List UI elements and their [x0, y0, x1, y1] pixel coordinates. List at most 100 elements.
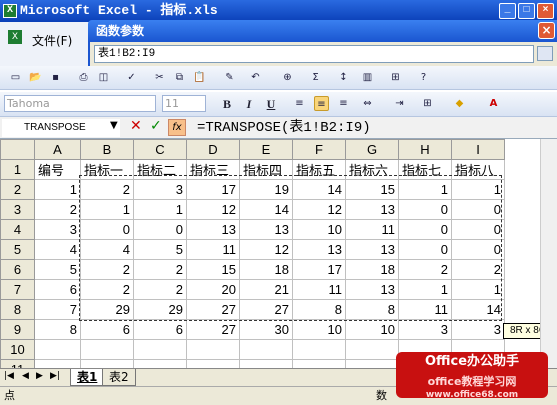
cell[interactable]: 指标一	[80, 159, 134, 180]
cell[interactable]: 17	[292, 259, 346, 280]
row-header[interactable]: 10	[0, 339, 35, 360]
cell[interactable]: 14	[451, 299, 505, 320]
cell[interactable]: 11	[292, 279, 346, 300]
cell[interactable]: 0	[398, 239, 452, 260]
cell[interactable]: 8	[345, 299, 399, 320]
autosum-icon[interactable]: Σ	[308, 70, 323, 85]
workbook-icon[interactable]: X	[8, 30, 22, 44]
cell[interactable]: 6	[80, 319, 134, 340]
row-header[interactable]: 8	[0, 299, 35, 320]
cell[interactable]: 5	[133, 239, 187, 260]
column-header[interactable]: F	[292, 139, 346, 160]
cell[interactable]: 指标六	[345, 159, 399, 180]
help-icon[interactable]: ?	[416, 70, 431, 85]
column-header[interactable]: H	[398, 139, 452, 160]
next-sheet-icon[interactable]: ▶	[36, 371, 43, 381]
align-left-icon[interactable]: ≡	[292, 96, 307, 111]
cell[interactable]: 17	[186, 179, 240, 200]
cell[interactable]: 1	[451, 179, 505, 200]
prev-sheet-icon[interactable]: ◀	[22, 371, 29, 381]
first-sheet-icon[interactable]: |◀	[4, 371, 14, 381]
cell[interactable]: 指标四	[239, 159, 293, 180]
cell[interactable]: 27	[186, 299, 240, 320]
cell[interactable]: 0	[451, 199, 505, 220]
chart-icon[interactable]: ▥	[360, 70, 375, 85]
cell[interactable]: 13	[345, 199, 399, 220]
cell[interactable]: 10	[292, 219, 346, 240]
cell[interactable]: 13	[186, 219, 240, 240]
cell[interactable]: 0	[398, 219, 452, 240]
enter-icon[interactable]: ✓	[150, 118, 162, 134]
cell[interactable]: 29	[80, 299, 134, 320]
font-name-box[interactable]: Tahoma	[4, 95, 156, 112]
row-header[interactable]: 1	[0, 159, 35, 180]
cell[interactable]: 1	[34, 179, 81, 200]
cell[interactable]: 2	[80, 179, 134, 200]
menu-file[interactable]: 文件(F)	[32, 32, 72, 49]
cell[interactable]: 15	[186, 259, 240, 280]
cell[interactable]: 4	[80, 239, 134, 260]
cell[interactable]: 指标二	[133, 159, 187, 180]
new-icon[interactable]: ▭	[8, 70, 23, 85]
row-header[interactable]: 4	[0, 219, 35, 240]
print-preview-icon[interactable]: ◫	[96, 70, 111, 85]
open-icon[interactable]: 📂	[28, 70, 43, 85]
cell[interactable]: 13	[292, 239, 346, 260]
cell[interactable]: 18	[239, 259, 293, 280]
row-header[interactable]: 3	[0, 199, 35, 220]
align-center-icon[interactable]: ≡	[314, 96, 329, 111]
cell[interactable]: 3	[398, 319, 452, 340]
cut-icon[interactable]: ✂	[152, 70, 167, 85]
bold-button[interactable]: B	[218, 95, 236, 113]
cell[interactable]: 1	[133, 199, 187, 220]
cell[interactable]: 6	[133, 319, 187, 340]
dialog-close-button[interactable]: ×	[538, 22, 555, 39]
cell[interactable]: 10	[292, 319, 346, 340]
borders-icon[interactable]: ⊞	[420, 96, 435, 111]
save-icon[interactable]: ▪	[48, 70, 63, 85]
cell[interactable]: 0	[133, 219, 187, 240]
undo-icon[interactable]: ↶	[248, 70, 263, 85]
cell[interactable]: 1	[80, 199, 134, 220]
column-header[interactable]: D	[186, 139, 240, 160]
cell[interactable]: 3	[133, 179, 187, 200]
cell[interactable]: 5	[34, 259, 81, 280]
cell[interactable]: 20	[186, 279, 240, 300]
cell[interactable]: 8	[292, 299, 346, 320]
cell[interactable]: 10	[345, 319, 399, 340]
cancel-icon[interactable]: ✕	[130, 118, 142, 134]
hyperlink-icon[interactable]: ⊕	[280, 70, 295, 85]
close-button[interactable]: ×	[537, 3, 554, 19]
cell[interactable]: 12	[239, 239, 293, 260]
italic-button[interactable]: I	[240, 95, 258, 113]
print-icon[interactable]: ⎙	[76, 70, 91, 85]
cell[interactable]	[80, 339, 134, 360]
cell[interactable]: 4	[34, 239, 81, 260]
cell[interactable]: 指标五	[292, 159, 346, 180]
copy-icon[interactable]: ⧉	[172, 70, 187, 85]
cell[interactable]: 3	[34, 219, 81, 240]
fill-color-icon[interactable]: ◆	[452, 96, 467, 111]
row-header[interactable]: 6	[0, 259, 35, 280]
cell[interactable]: 1	[398, 279, 452, 300]
spelling-icon[interactable]: ✓	[124, 70, 139, 85]
cell[interactable]: 2	[451, 259, 505, 280]
tab-sheet1[interactable]: 表1	[70, 369, 105, 386]
cell[interactable]	[345, 339, 399, 360]
minimize-button[interactable]: _	[499, 3, 516, 19]
range-input[interactable]: 表1!B2:I9	[94, 45, 534, 63]
cell[interactable]	[186, 339, 240, 360]
cell[interactable]: 0	[398, 199, 452, 220]
cell[interactable]	[34, 339, 81, 360]
cell[interactable]: 1	[451, 279, 505, 300]
cell[interactable]: 19	[239, 179, 293, 200]
cell[interactable]: 0	[80, 219, 134, 240]
cell[interactable]: 2	[398, 259, 452, 280]
row-header[interactable]: 7	[0, 279, 35, 300]
cell[interactable]: 13	[239, 219, 293, 240]
indent-icon[interactable]: ⇥	[392, 96, 407, 111]
cell[interactable]: 指标八	[451, 159, 505, 180]
column-header[interactable]: G	[345, 139, 399, 160]
cell[interactable]: 2	[80, 259, 134, 280]
cell[interactable]: 13	[345, 279, 399, 300]
